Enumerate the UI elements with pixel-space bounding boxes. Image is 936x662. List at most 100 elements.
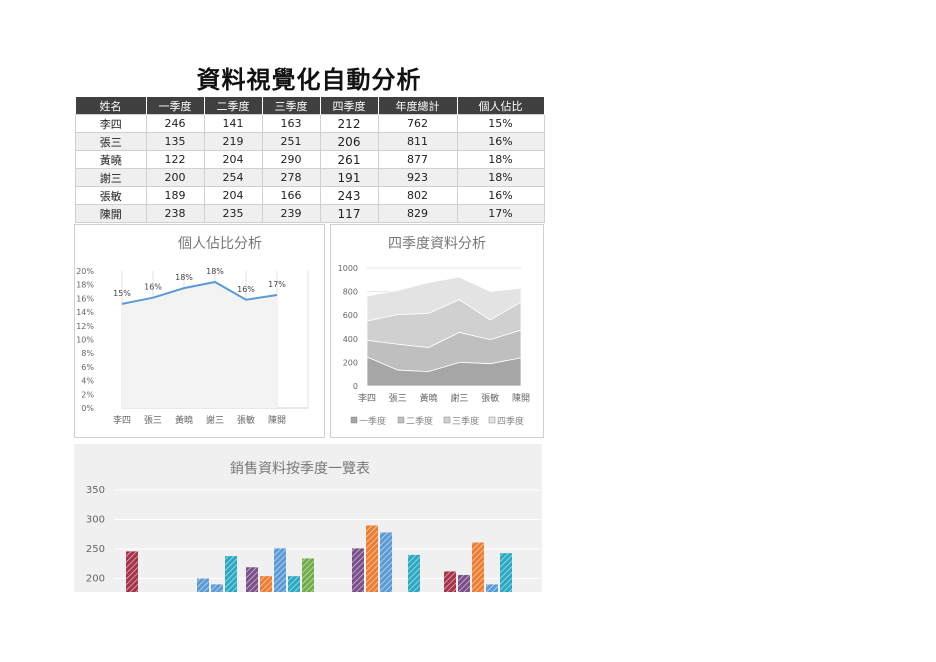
table-cell[interactable]: 張三 xyxy=(75,132,147,151)
header-q3[interactable]: 三季度 xyxy=(262,97,321,115)
quarter-area-chart[interactable]: 四季度資料分析 0 200 400 600 800 1000 李四 張三 黃曉 謝三 張敏 陳開 一季度… xyxy=(330,224,544,438)
data-label: 15% xyxy=(113,289,131,298)
header-share[interactable]: 個人佔比 xyxy=(457,97,545,115)
y-tick-label: 18% xyxy=(76,281,94,290)
table-cell[interactable]: 16% xyxy=(456,186,545,205)
table-cell[interactable]: 黃曉 xyxy=(75,150,147,169)
bar-hatch xyxy=(288,576,300,592)
table-cell[interactable]: 166 xyxy=(261,186,321,205)
table-cell[interactable]: 189 xyxy=(145,186,205,205)
table-cell[interactable]: 243 xyxy=(319,186,379,205)
table-cell[interactable]: 191 xyxy=(319,168,379,187)
table-cell[interactable]: 141 xyxy=(203,114,263,133)
bar-hatch xyxy=(260,576,272,592)
y-tick-label: 16% xyxy=(76,294,94,303)
table-cell[interactable]: 18% xyxy=(456,150,545,169)
table-row[interactable]: 黃曉 122 204 290 261 877 18% xyxy=(75,150,545,169)
table-cell[interactable]: 254 xyxy=(203,168,263,187)
table-cell[interactable]: 246 xyxy=(145,114,205,133)
sales-bar-chart[interactable]: 銷售資料按季度一覽表 200 250 300 350 xyxy=(74,444,542,592)
quarter-area-svg: 四季度資料分析 0 200 400 600 800 1000 李四 張三 黃曉 謝三 張敏 陳開一季度… xyxy=(338,236,530,427)
header-q1[interactable]: 一季度 xyxy=(146,97,205,115)
x-category-label: 張敏 xyxy=(481,392,499,404)
bar-hatch xyxy=(352,548,364,592)
y-tick-label: 8% xyxy=(81,349,94,358)
bar-hatch xyxy=(366,525,378,592)
x-category-label: 陳開 xyxy=(268,415,286,426)
table-cell[interactable]: 239 xyxy=(261,204,321,223)
data-label: 17% xyxy=(268,280,286,289)
table-cell[interactable]: 204 xyxy=(203,150,263,169)
table-row[interactable]: 張敏 189 204 166 243 802 16% xyxy=(75,186,545,205)
data-label: 18% xyxy=(206,267,224,276)
y-tick-label: 800 xyxy=(343,288,358,297)
table-cell[interactable]: 219 xyxy=(203,132,263,151)
bar-hatch xyxy=(302,558,314,592)
table-row[interactable]: 張三 135 219 251 206 811 16% xyxy=(75,132,545,151)
table-cell[interactable]: 117 xyxy=(319,204,379,223)
table-cell[interactable]: 802 xyxy=(377,186,458,205)
x-category-label: 張三 xyxy=(389,393,407,404)
table-cell[interactable]: 204 xyxy=(203,186,263,205)
table-cell[interactable]: 18% xyxy=(456,168,545,187)
x-category-label: 張三 xyxy=(144,415,162,426)
y-tick-label: 350 xyxy=(86,485,105,496)
table-cell[interactable]: 261 xyxy=(319,150,379,169)
sales-bar-svg: 銷售資料按季度一覽表 200 250 300 350 xyxy=(86,461,540,592)
table-cell[interactable]: 212 xyxy=(319,114,379,133)
bar-hatch xyxy=(225,556,237,592)
table-cell[interactable]: 16% xyxy=(456,132,545,151)
bar-hatch xyxy=(197,578,209,592)
bar-chart-title: 銷售資料按季度一覽表 xyxy=(230,461,370,477)
table-cell[interactable]: 877 xyxy=(377,150,458,169)
table-cell[interactable]: 762 xyxy=(377,114,458,133)
table-cell[interactable]: 謝三 xyxy=(75,168,147,187)
table-cell[interactable]: 135 xyxy=(145,132,205,151)
table-cell[interactable]: 923 xyxy=(377,168,458,187)
y-tick-label: 0 xyxy=(353,382,358,391)
table-cell[interactable]: 206 xyxy=(319,132,379,151)
header-q2[interactable]: 二季度 xyxy=(204,97,263,115)
data-label: 16% xyxy=(237,285,255,294)
table-cell[interactable]: 15% xyxy=(456,114,545,133)
table-cell[interactable]: 李四 xyxy=(75,114,147,133)
y-tick-label: 400 xyxy=(343,335,358,344)
table-cell[interactable]: 235 xyxy=(203,204,263,223)
legend-label: 一季度 xyxy=(359,415,386,427)
y-tick-label: 20% xyxy=(76,267,94,276)
y-tick-label: 200 xyxy=(86,574,105,585)
table-row[interactable]: 謝三 200 254 278 191 923 18% xyxy=(75,168,545,187)
table-cell[interactable]: 829 xyxy=(377,204,458,223)
header-total[interactable]: 年度總計 xyxy=(378,97,458,115)
y-tick-label: 4% xyxy=(81,377,94,386)
y-tick-label: 600 xyxy=(343,311,358,320)
table-row[interactable]: 李四 246 141 163 212 762 15% xyxy=(75,114,545,133)
table-cell[interactable]: 200 xyxy=(145,168,205,187)
legend-swatch xyxy=(350,416,358,424)
table-cell[interactable]: 17% xyxy=(456,204,545,223)
table-cell[interactable]: 163 xyxy=(261,114,321,133)
table-row[interactable]: 陳開 238 235 239 117 829 17% xyxy=(75,204,545,223)
share-line-chart[interactable]: 個人佔比分析 0% 2% 4% 6% 8% 10% 12% 14% 16% 18% 20% 15% 李四… xyxy=(74,224,325,438)
table-cell[interactable]: 278 xyxy=(261,168,321,187)
table-cell[interactable]: 122 xyxy=(145,150,205,169)
page-title: 資料視覺化自動分析 xyxy=(196,66,422,94)
x-category-label: 李四 xyxy=(113,414,131,426)
x-category-label: 李四 xyxy=(358,392,376,404)
table-cell[interactable]: 290 xyxy=(261,150,321,169)
header-name[interactable]: 姓名 xyxy=(75,97,147,115)
table-cell[interactable]: 陳開 xyxy=(75,204,147,223)
table-cell[interactable]: 張敏 xyxy=(75,186,147,205)
share-line-svg: 個人佔比分析 0% 2% 4% 6% 8% 10% 12% 14% 16% 18% 20% 15% 李四… xyxy=(76,236,309,426)
bar-hatch xyxy=(211,584,223,592)
bar-hatch xyxy=(126,551,138,592)
bar-hatch xyxy=(486,584,498,592)
table-cell[interactable]: 811 xyxy=(377,132,458,151)
legend-swatch xyxy=(488,416,496,424)
x-category-label: 謝三 xyxy=(450,392,468,404)
header-q4[interactable]: 四季度 xyxy=(320,97,379,115)
table-cell[interactable]: 251 xyxy=(261,132,321,151)
bar-hatch xyxy=(380,532,392,592)
table-cell[interactable]: 238 xyxy=(145,204,205,223)
data-label: 16% xyxy=(144,283,162,292)
